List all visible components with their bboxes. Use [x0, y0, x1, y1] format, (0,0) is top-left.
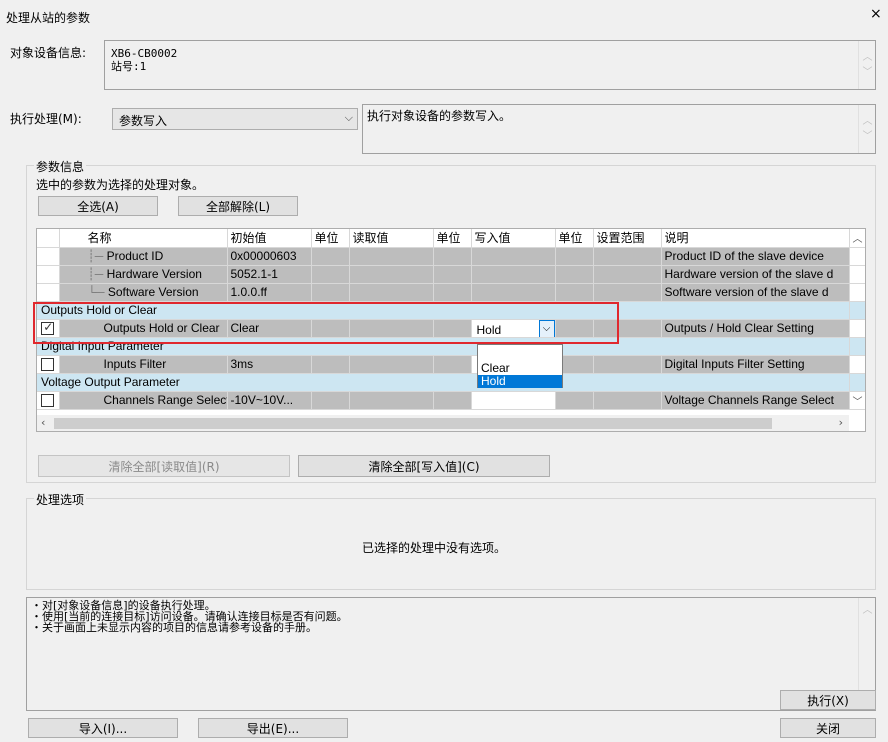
chevron-down-icon: ⌵: [344, 111, 353, 124]
clear-read-button[interactable]: 清除全部[读取值](R): [38, 455, 290, 477]
scroll-up-icon[interactable]: ︿: [859, 602, 876, 619]
import-button[interactable]: 导入(I)...: [28, 718, 178, 738]
options-empty-message: 已选择的处理中没有选项。: [362, 541, 507, 555]
row-checkbox[interactable]: [41, 320, 55, 336]
row-initial: Clear: [227, 319, 312, 338]
device-model: XB6-CB0002: [111, 47, 178, 60]
col-initial[interactable]: 初始值: [227, 229, 312, 248]
col-name[interactable]: 名称: [59, 229, 228, 248]
scrollbar-thumb[interactable]: [54, 418, 772, 429]
table-row[interactable]: Inputs Filter 3ms Digital Inputs Filter …: [37, 355, 865, 374]
table-row[interactable]: ┊─ Hardware Version 5052.1-1 Hardware ve…: [37, 265, 865, 284]
row-initial: 1.0.0.ff: [227, 283, 312, 302]
execute-select[interactable]: 参数写入 ⌵: [112, 108, 358, 130]
execute-description: 执行对象设备的参数写入。: [367, 109, 512, 123]
row-name: Software Version: [107, 285, 199, 299]
row-description: Hardware version of the slave d: [661, 265, 850, 284]
col-unit[interactable]: 单位: [311, 229, 350, 248]
execute-description-box: 执行对象设备的参数写入。 ︿ ﹀: [362, 104, 876, 154]
note-line: ・关于画面上未显示内容的项目的信息请参考设备的手册。: [31, 621, 317, 634]
chevron-down-icon[interactable]: ⌵: [538, 319, 554, 336]
scroll-down-icon[interactable]: ﹀: [849, 391, 865, 410]
col-unit[interactable]: 单位: [555, 229, 594, 248]
execute-label: 执行处理(M):: [10, 112, 82, 126]
table-row[interactable]: Outputs Hold or Clear Clear Hold ⌵ Outpu…: [37, 319, 865, 338]
section-title: Digital Input Parameter: [37, 337, 850, 356]
col-read[interactable]: 读取值: [349, 229, 434, 248]
execute-select-value: 参数写入: [119, 114, 168, 128]
row-description: Voltage Channels Range Select: [661, 391, 850, 410]
col-range[interactable]: 设置范围: [593, 229, 662, 248]
row-name: Inputs Filter: [59, 355, 228, 374]
execute-button[interactable]: 执行(X): [780, 690, 876, 710]
section-header[interactable]: Voltage Output Parameter: [37, 373, 865, 392]
section-title: Voltage Output Parameter: [37, 373, 850, 392]
write-value-options[interactable]: Clear Hold: [477, 344, 563, 388]
params-hint: 选中的参数为选择的处理对象。: [36, 178, 205, 192]
close-icon[interactable]: ×: [870, 6, 882, 22]
device-info-label: 对象设备信息:: [10, 46, 87, 60]
row-name: Channels Range Select: [59, 391, 228, 410]
row-name: Outputs Hold or Clear: [59, 319, 228, 338]
col-unit[interactable]: 单位: [433, 229, 472, 248]
write-value-dropdown[interactable]: Hold ⌵: [471, 319, 556, 338]
option-hold[interactable]: Hold: [478, 375, 562, 388]
section-header[interactable]: Outputs Hold or Clear: [37, 301, 865, 320]
row-initial: 3ms: [227, 355, 312, 374]
window-title: 处理从站的参数: [6, 11, 91, 25]
row-initial: 5052.1-1: [227, 265, 312, 284]
export-button[interactable]: 导出(E)...: [198, 718, 348, 738]
row-description: Product ID of the slave device: [661, 247, 850, 266]
deselect-all-button[interactable]: 全部解除(L): [178, 196, 298, 216]
table-header: 名称 初始值 单位 读取值 单位 写入值 单位 设置范围 说明 ︿: [37, 229, 865, 248]
row-initial: 0x00000603: [227, 247, 312, 266]
params-group-title: 参数信息: [34, 158, 87, 175]
options-group-title: 处理选项: [34, 491, 87, 508]
col-description[interactable]: 说明: [661, 229, 850, 248]
row-initial: -10V~10V...: [227, 391, 312, 410]
select-all-button[interactable]: 全选(A): [38, 196, 158, 216]
table-row[interactable]: Channels Range Select -10V~10V... Voltag…: [37, 391, 865, 410]
col-write[interactable]: 写入值: [471, 229, 556, 248]
clear-write-button[interactable]: 清除全部[写入值](C): [298, 455, 550, 477]
table-row[interactable]: ┊─ Product ID 0x00000603 Product ID of t…: [37, 247, 865, 266]
section-header[interactable]: Digital Input Parameter: [37, 337, 865, 356]
scroll-down-icon[interactable]: ﹀: [859, 64, 876, 81]
table-row[interactable]: └─ Software Version 1.0.0.ff Software ve…: [37, 283, 865, 302]
device-info-box[interactable]: XB6-CB0002 站号:1 ︿ ﹀: [104, 40, 876, 90]
scroll-left-icon[interactable]: ‹: [41, 416, 45, 429]
scroll-up-icon[interactable]: ︿: [849, 229, 865, 248]
row-description: Software version of the slave d: [661, 283, 850, 302]
station-number: 站号:1: [111, 60, 147, 73]
write-value: Hold: [476, 322, 502, 337]
section-title: Outputs Hold or Clear: [37, 301, 850, 320]
device-info-scrollbar[interactable]: ︿ ﹀: [858, 41, 875, 89]
option-clear[interactable]: Clear: [478, 361, 562, 375]
row-checkbox[interactable]: [41, 394, 55, 408]
params-table[interactable]: 名称 初始值 单位 读取值 单位 写入值 单位 设置范围 说明 ︿ ┊─ Pro…: [36, 228, 866, 432]
row-name: Product ID: [106, 249, 164, 263]
notes-box[interactable]: ・对[对象设备信息]的设备执行处理。 ・使用[当前的连接目标]访问设备。请确认连…: [26, 597, 876, 711]
scroll-right-icon[interactable]: ›: [839, 416, 843, 429]
row-description: Outputs / Hold Clear Setting: [661, 319, 850, 338]
row-checkbox[interactable]: [41, 358, 55, 372]
row-name: Hardware Version: [106, 267, 202, 281]
table-hscrollbar[interactable]: ‹ ›: [37, 415, 849, 431]
close-button[interactable]: 关闭: [780, 718, 876, 738]
scroll-down-icon[interactable]: ﹀: [859, 128, 876, 145]
row-description: Digital Inputs Filter Setting: [661, 355, 850, 374]
